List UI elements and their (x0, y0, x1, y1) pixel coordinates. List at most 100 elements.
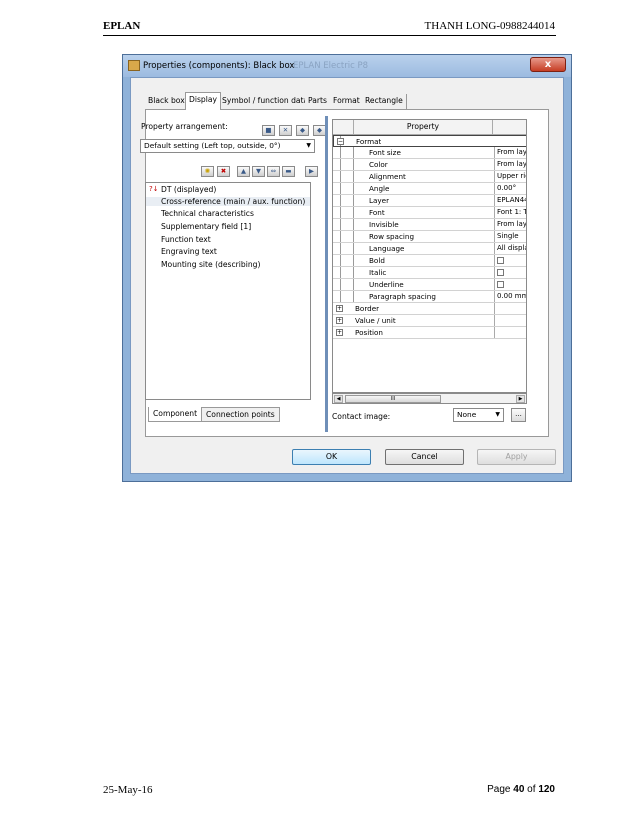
grid-prop-name: Bold (369, 256, 385, 265)
expand-right-icon[interactable]: ▶ (305, 166, 318, 177)
grid-prop-value[interactable]: 0.00° (494, 183, 526, 194)
grid-prop-value[interactable]: Upper rig (494, 171, 526, 182)
spacing-icon[interactable]: ⇔ (267, 166, 280, 177)
tab-symbol-function-data[interactable]: Symbol / function data (219, 94, 313, 109)
table-row[interactable]: Underline (333, 279, 526, 291)
tab-display[interactable]: Display (185, 92, 221, 110)
move-down-icon[interactable]: ▼ (252, 166, 265, 177)
tab-component[interactable]: Component (148, 407, 203, 422)
table-row[interactable]: Invisible From lay (333, 219, 526, 231)
cancel-button[interactable]: Cancel (385, 449, 464, 465)
table-row[interactable]: + Position (333, 327, 526, 339)
grid-prop-value[interactable]: Font 1: T (494, 207, 526, 218)
table-row[interactable]: Bold (333, 255, 526, 267)
new-item-icon[interactable]: ✺ (201, 166, 214, 177)
grid-prop-value[interactable]: 0.00 mm (494, 291, 526, 302)
grid-prop-name: Paragraph spacing (369, 292, 436, 301)
bold-checkbox[interactable] (497, 257, 504, 264)
scrollbar-thumb[interactable]: III (345, 395, 441, 403)
grid-horizontal-scrollbar[interactable]: ◀ III ▶ (332, 393, 527, 404)
import-icon[interactable]: ◆ (296, 125, 309, 136)
property-arrangement-value: Default setting (Left top, outside, 0°) (144, 141, 281, 150)
panel-splitter[interactable] (325, 116, 328, 432)
grid-prop-value[interactable]: From lay (494, 159, 526, 170)
page-header-right: THANH LONG-0988244014 (424, 20, 555, 32)
browse-button[interactable]: ... (511, 408, 526, 422)
property-column-header[interactable]: Property (353, 120, 493, 135)
table-row[interactable]: Font size From lay (333, 147, 526, 159)
scroll-left-icon[interactable]: ◀ (334, 395, 343, 403)
delete-arrangement-icon[interactable]: ✕ (279, 125, 292, 136)
grid-empty-value (494, 303, 526, 314)
tab-parts[interactable]: Parts (305, 94, 331, 109)
tab-format[interactable]: Format (330, 94, 364, 109)
expand-icon[interactable]: + (336, 329, 343, 336)
table-row[interactable]: Language All displa (333, 243, 526, 255)
close-button[interactable]: x (530, 57, 566, 72)
list-item[interactable]: Technical characteristics (161, 209, 254, 218)
contact-image-label: Contact image: (332, 412, 391, 421)
list-item[interactable]: Engraving text (161, 247, 217, 256)
collapse-icon[interactable]: − (337, 138, 344, 145)
tab-black-box[interactable]: Black box (145, 94, 189, 109)
separator-icon[interactable]: ▬ (282, 166, 295, 177)
list-item[interactable]: DT (displayed) (161, 185, 216, 194)
move-up-icon[interactable]: ▲ (237, 166, 250, 177)
grid-header: Property (333, 120, 526, 135)
tab-rectangle[interactable]: Rectangle (362, 94, 407, 109)
header-rule (103, 35, 556, 36)
property-arrangement-label: Property arrangement: (141, 122, 228, 131)
table-row[interactable]: Italic (333, 267, 526, 279)
table-row[interactable]: + Border (333, 303, 526, 315)
list-item[interactable]: Function text (161, 235, 211, 244)
chevron-down-icon: ▼ (306, 142, 311, 149)
table-row[interactable]: Layer EPLAN44 (333, 195, 526, 207)
table-row[interactable]: Alignment Upper rig (333, 171, 526, 183)
expand-icon[interactable]: + (336, 305, 343, 312)
grid-prop-name: Alignment (369, 172, 406, 181)
grid-prop-value[interactable]: From lay (494, 147, 526, 158)
grid-prop-value[interactable]: All displa (494, 243, 526, 254)
grid-group-name: Border (355, 304, 380, 313)
grid-group-name: Format (356, 137, 382, 146)
contact-image-select[interactable]: None ▼ (453, 408, 504, 422)
dialog-titlebar[interactable]: Properties (components): Black box EPLAN… (123, 55, 571, 77)
placement-icon: ?↓ (149, 185, 159, 193)
delete-item-icon[interactable]: ✖ (217, 166, 230, 177)
italic-checkbox-cell (494, 267, 526, 278)
properties-icon (128, 60, 140, 71)
grid-prop-value[interactable]: From lay (494, 219, 526, 230)
table-row[interactable]: + Value / unit (333, 315, 526, 327)
grid-prop-name: Row spacing (369, 232, 415, 241)
scroll-right-icon[interactable]: ▶ (516, 395, 525, 403)
footer-page-number: Page 40 of 120 (487, 784, 555, 795)
footer-date: 25-May-16 (103, 784, 153, 796)
ok-button[interactable]: OK (292, 449, 371, 465)
table-row[interactable]: Angle 0.00° (333, 183, 526, 195)
grid-prop-value[interactable]: EPLAN44 (494, 195, 526, 206)
property-arrangement-select[interactable]: Default setting (Left top, outside, 0°) … (140, 139, 315, 153)
underline-checkbox[interactable] (497, 281, 504, 288)
grid-prop-value[interactable]: Single (494, 231, 526, 242)
grid-prop-name: Angle (369, 184, 390, 193)
bold-checkbox-cell (494, 255, 526, 266)
grid-empty-value (494, 327, 526, 338)
table-row[interactable]: Paragraph spacing 0.00 mm (333, 291, 526, 303)
table-row[interactable]: Row spacing Single (333, 231, 526, 243)
expand-icon[interactable]: + (336, 317, 343, 324)
dialog-title: Properties (components): Black box (143, 61, 295, 71)
list-item[interactable]: Supplementary field [1] (161, 222, 251, 231)
list-item[interactable]: Mounting site (describing) (161, 260, 260, 269)
save-icon[interactable]: ■ (262, 125, 275, 136)
table-row[interactable]: − Format (333, 135, 526, 147)
tab-connection-points[interactable]: Connection points (201, 407, 280, 422)
table-row[interactable]: Color From lay (333, 159, 526, 171)
property-list: ?↓ DT (displayed) Cross-reference (main … (145, 182, 311, 400)
italic-checkbox[interactable] (497, 269, 504, 276)
grid-prop-name: Font size (369, 148, 401, 157)
footer-total-pages: 120 (538, 784, 555, 795)
format-property-grid: Property − Format Font size From lay Colo… (332, 119, 527, 393)
list-item[interactable]: Cross-reference (main / aux. function) (146, 197, 310, 206)
table-row[interactable]: Font Font 1: T (333, 207, 526, 219)
apply-button[interactable]: Apply (477, 449, 556, 465)
